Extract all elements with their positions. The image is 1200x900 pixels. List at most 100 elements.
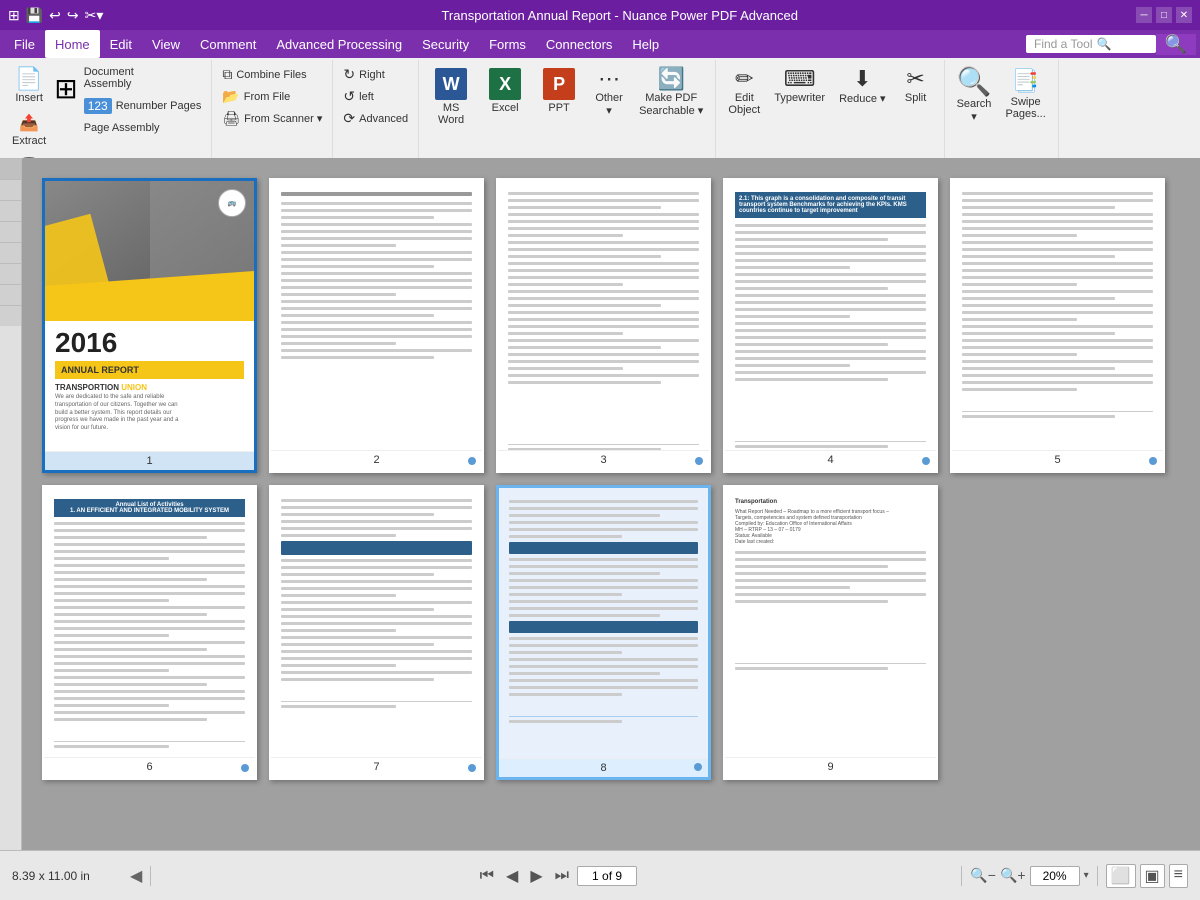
minimize-button[interactable]: ─ xyxy=(1136,7,1152,23)
insert-button[interactable]: 📄 Insert xyxy=(6,64,52,108)
extract-button[interactable]: 📤 Extract xyxy=(6,109,52,151)
page8-blue-bar2 xyxy=(509,621,698,633)
document-assembly-button[interactable]: DocumentAssembly xyxy=(80,64,206,92)
extract-icon: 📤 xyxy=(19,113,39,133)
rotate-right-button[interactable]: ↻ Right xyxy=(339,64,412,85)
page-thumb-9[interactable]: Transportation What Report Needed – Road… xyxy=(723,485,938,780)
make-pdf-label: Make PDFSearchable ▾ xyxy=(639,92,703,117)
next-page-button[interactable]: ▶ xyxy=(526,864,546,888)
menu-edit[interactable]: Edit xyxy=(100,30,142,58)
combine-files-button[interactable]: ⧉ Combine Files xyxy=(218,64,326,85)
left-tab-3[interactable] xyxy=(0,200,21,221)
menu-home[interactable]: Home xyxy=(45,30,100,58)
from-file-button[interactable]: 📂 From File xyxy=(218,86,326,107)
menu-help[interactable]: Help xyxy=(622,30,669,58)
menu-forms[interactable]: Forms xyxy=(479,30,536,58)
ms-word-button[interactable]: W MSWord xyxy=(425,64,477,130)
search-label: Search▾ xyxy=(957,98,992,123)
edit-object-button[interactable]: ✏ EditObject xyxy=(722,64,766,120)
cover-content: 2016 ANNUAL REPORT TRANSPORTION UNION We… xyxy=(45,321,254,433)
left-tab-8[interactable] xyxy=(0,305,21,326)
two-page-view-button[interactable]: ▣ xyxy=(1140,864,1165,888)
page-thumb-3[interactable]: 3 xyxy=(496,178,711,473)
left-tab-6[interactable] xyxy=(0,263,21,284)
zoom-out-button[interactable]: 🔍− xyxy=(970,867,996,884)
text-page-8 xyxy=(499,488,708,758)
edit-object-label: EditObject xyxy=(728,92,760,116)
page-thumb-5[interactable]: 5 xyxy=(950,178,1165,473)
zoom-value[interactable]: 20% xyxy=(1030,866,1080,886)
left-tab-1[interactable] xyxy=(0,158,21,179)
page-thumb-8-inner xyxy=(499,488,708,758)
page-thumb-2[interactable]: 2 xyxy=(269,178,484,473)
other-button[interactable]: ⋯ Other▾ xyxy=(587,64,631,121)
page-indicator[interactable]: 1 of 9 xyxy=(577,866,637,886)
excel-icon: X xyxy=(489,68,521,100)
menu-security[interactable]: Security xyxy=(412,30,479,58)
page-thumb-3-inner xyxy=(498,180,709,450)
page-thumb-1[interactable]: 🚌 2016 ANNUAL REPORT TRANSPORTION UNION … xyxy=(42,178,257,473)
find-tool-box[interactable]: Find a Tool 🔍 xyxy=(1026,35,1156,53)
swipe-pages-label: SwipePages... xyxy=(1005,96,1045,120)
ppt-button[interactable]: P PPT xyxy=(533,64,585,118)
page9-title: Transportation xyxy=(735,499,926,505)
find-tool-label: Find a Tool xyxy=(1034,37,1092,51)
menu-advanced-processing[interactable]: Advanced Processing xyxy=(266,30,412,58)
page-num-4: 4 xyxy=(725,450,936,469)
left-tab-4[interactable] xyxy=(0,221,21,242)
insert-icon: 📄 xyxy=(15,68,42,90)
search-button[interactable]: 🔍 Search▾ xyxy=(951,64,998,127)
page-grid-icon[interactable]: ⊞ xyxy=(54,72,77,105)
page-thumb-4[interactable]: 2.1: This graph is a consolidation and c… xyxy=(723,178,938,473)
menu-file[interactable]: File xyxy=(4,30,45,58)
page-thumb-1-inner: 🚌 2016 ANNUAL REPORT TRANSPORTION UNION … xyxy=(45,181,254,451)
rotate-right-icon: ↻ xyxy=(343,66,355,83)
split-button[interactable]: ✂ Split xyxy=(894,64,938,108)
page-dot-6 xyxy=(241,764,249,772)
page8-blue-bar1 xyxy=(509,542,698,554)
prev-page-button[interactable]: ◀ xyxy=(502,864,522,888)
page-dot-3 xyxy=(695,457,703,465)
advanced-rotate-button[interactable]: ⟳ Advanced xyxy=(339,108,412,129)
page-num-7: 7 xyxy=(271,757,482,776)
zoom-dropdown[interactable]: ▾ xyxy=(1084,870,1089,881)
single-page-view-button[interactable]: ⬜ xyxy=(1106,864,1136,888)
cover-transport: TRANSPORTION UNION We are dedicated to t… xyxy=(55,383,244,433)
cover-page: 🚌 2016 ANNUAL REPORT TRANSPORTION UNION … xyxy=(45,181,254,451)
page6-header: Annual List of Activities1. AN EFFICIENT… xyxy=(54,499,245,517)
last-page-button[interactable]: ⏭ xyxy=(551,865,573,887)
typewriter-button[interactable]: ⌨ Typewriter xyxy=(768,64,831,108)
page-num-1: 1 xyxy=(45,451,254,470)
first-page-button[interactable]: ⏮ xyxy=(476,865,498,887)
maximize-button[interactable]: □ xyxy=(1156,7,1172,23)
menu-view[interactable]: View xyxy=(142,30,190,58)
menu-connectors[interactable]: Connectors xyxy=(536,30,622,58)
redo-icon[interactable]: ↪ xyxy=(67,7,79,24)
reduce-button[interactable]: ⬇ Reduce ▾ xyxy=(833,64,892,109)
page-thumb-8[interactable]: 8 xyxy=(496,485,711,780)
swipe-pages-button[interactable]: 📑 SwipePages... xyxy=(999,64,1051,124)
zoom-in-button[interactable]: 🔍+ xyxy=(1000,867,1026,884)
left-tab-2[interactable] xyxy=(0,179,21,200)
ms-word-label: MSWord xyxy=(438,102,464,126)
page-assembly-button[interactable]: Page Assembly xyxy=(80,120,206,136)
menu-comment[interactable]: Comment xyxy=(190,30,266,58)
rotate-left-button[interactable]: ↺ left xyxy=(339,86,412,107)
page-thumb-4-inner: 2.1: This graph is a consolidation and c… xyxy=(725,180,936,450)
page-num-3: 3 xyxy=(498,450,709,469)
from-scanner-button[interactable]: 🖨 From Scanner ▾ xyxy=(218,108,326,129)
page-thumb-7[interactable]: 7 xyxy=(269,485,484,780)
renumber-pages-button[interactable]: 123 Renumber Pages xyxy=(80,96,206,116)
undo-icon[interactable]: ↩ xyxy=(49,7,61,24)
left-tab-7[interactable] xyxy=(0,284,21,305)
page-thumb-6[interactable]: Annual List of Activities1. AN EFFICIENT… xyxy=(42,485,257,780)
search-icon-button[interactable]: 🔍 xyxy=(1156,34,1196,55)
panel-toggle[interactable]: ◀ xyxy=(130,866,142,886)
make-pdf-button[interactable]: 🔄 Make PDFSearchable ▾ xyxy=(633,64,709,121)
close-button[interactable]: ✕ xyxy=(1176,7,1192,23)
save-icon[interactable]: 💾 xyxy=(26,7,43,24)
excel-button[interactable]: X Excel xyxy=(479,64,531,118)
continuous-view-button[interactable]: ≡ xyxy=(1169,864,1188,888)
left-tab-5[interactable] xyxy=(0,242,21,263)
customize-icon[interactable]: ✂▾ xyxy=(85,7,104,24)
